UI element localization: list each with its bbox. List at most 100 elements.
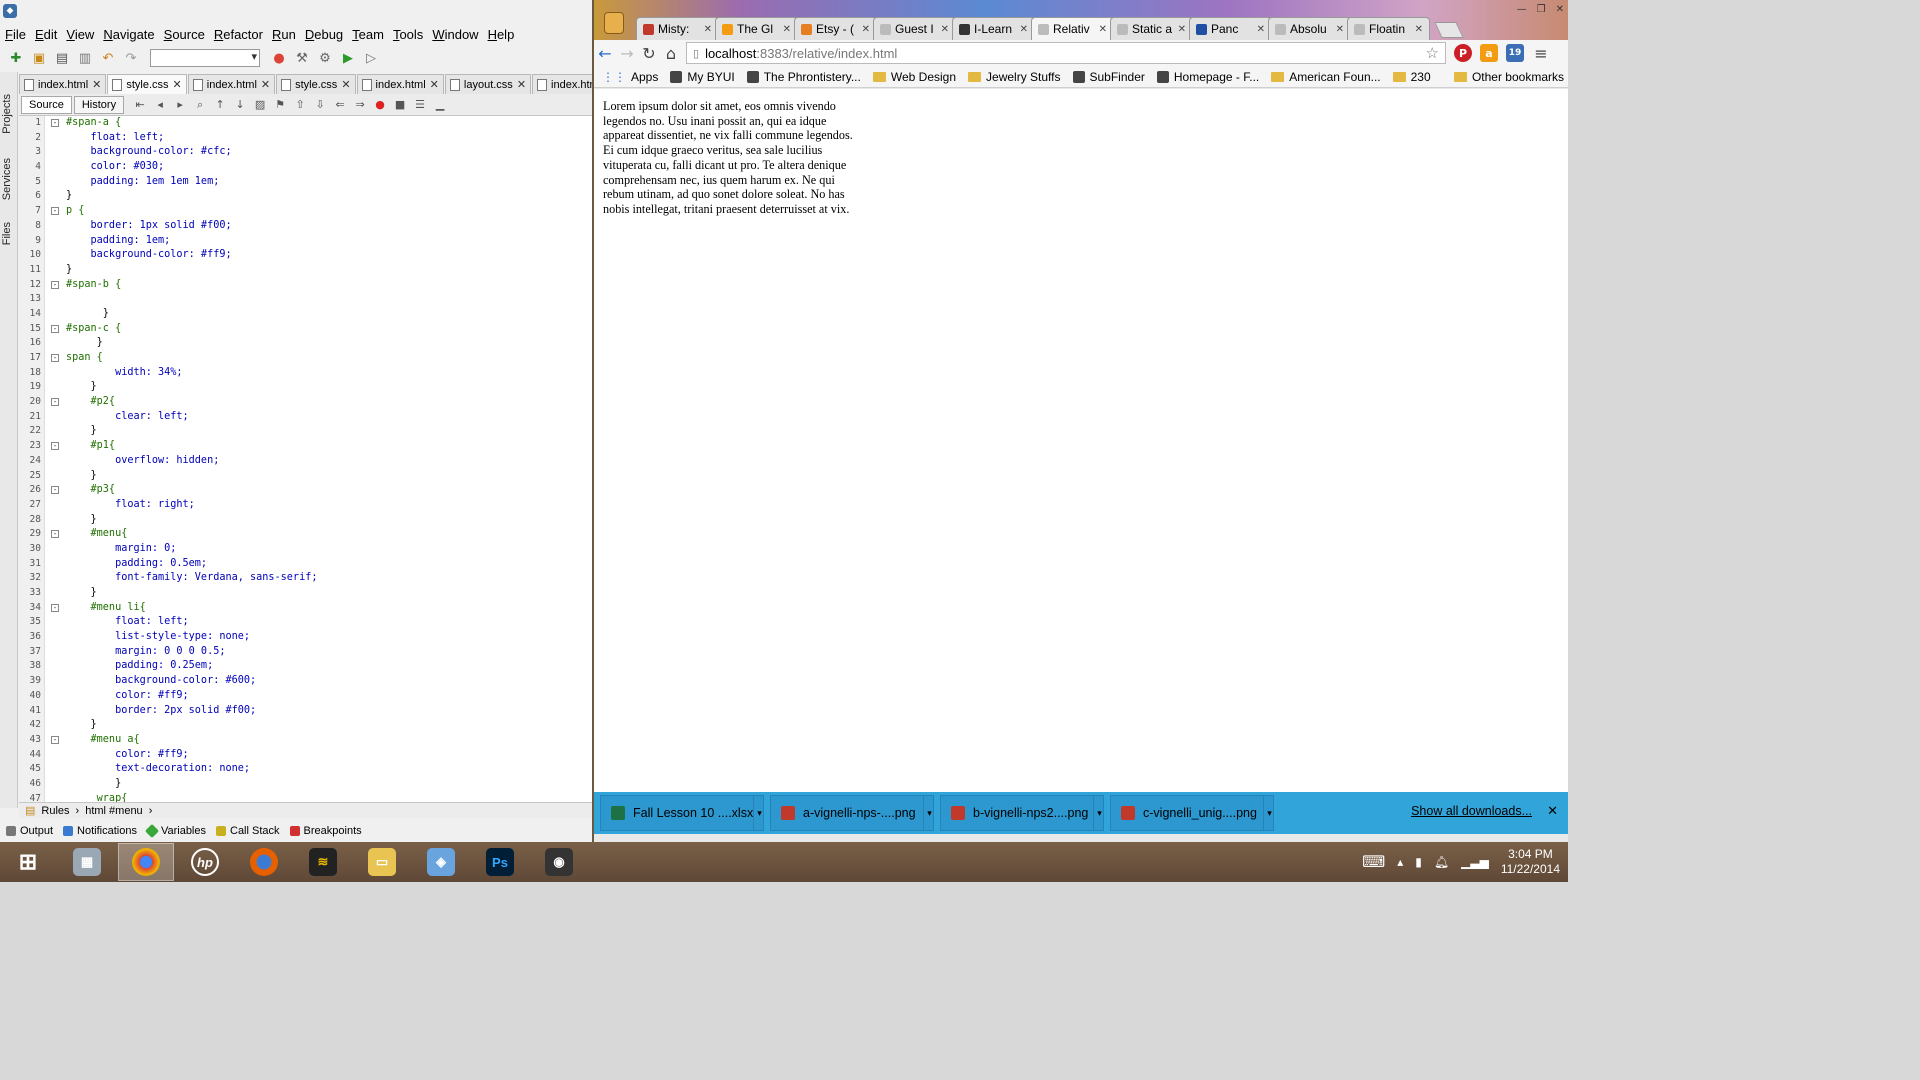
record-macro-icon[interactable]: ● [372,97,388,113]
bookmark-item[interactable]: American Foun... [1271,70,1381,84]
redo-icon[interactable]: ↷ [121,48,141,68]
configuration-select[interactable] [150,49,260,67]
tray-expand-icon[interactable]: ▴ [1397,855,1403,869]
keyboard-icon[interactable]: ⌨ [1362,852,1385,872]
code-editor[interactable]: 1- #span-a {2 float: left; 3 background-co… [19,116,592,802]
photoshop-icon[interactable]: Ps [472,843,528,881]
close-tab-icon[interactable]: ✕ [261,78,270,91]
find-previous-icon[interactable]: ↑ [212,97,228,113]
bookmark-item[interactable]: Homepage - F... [1156,70,1259,84]
menu-team[interactable]: Team [349,27,387,42]
show-all-downloads-link[interactable]: Show all downloads... [1411,804,1532,818]
undo-icon[interactable]: ↶ [98,48,118,68]
close-tab-icon[interactable]: ✕ [1257,24,1265,35]
close-tab-icon[interactable]: ✕ [173,78,182,91]
start-button[interactable]: ⊞ [0,843,56,881]
editor-tab[interactable]: layout.css ✕ [444,74,532,94]
menu-run[interactable]: Run [269,27,299,42]
previous-bookmark-icon[interactable]: ⇧ [292,97,308,113]
breakpoints-tab[interactable]: Breakpoints [289,825,362,837]
fold-toggle-icon[interactable]: - [51,530,59,539]
breadcrumb-menu[interactable]: html #menu [85,805,142,817]
variables-tab[interactable]: Variables [144,823,206,839]
fold-toggle-icon[interactable]: - [51,354,59,362]
toggle-highlight-icon[interactable]: ▨ [252,97,268,113]
download-menu-caret-icon[interactable]: ▾ [753,796,765,830]
virtualbox-icon[interactable]: ◈ [413,843,469,881]
close-tab-icon[interactable]: ✕ [862,24,870,35]
hp-icon[interactable]: hp [177,843,233,881]
uncomment-icon[interactable]: ▁ [432,97,448,113]
reload-icon[interactable]: ↻ [638,42,660,64]
editor-tab[interactable]: index.html✕ [19,74,107,94]
close-tab-icon[interactable]: ✕ [1178,24,1186,35]
output-tab[interactable]: Output [6,825,53,837]
bookmark-item[interactable]: My BYUI [670,70,735,84]
debug-icon[interactable]: ▷ [361,48,381,68]
browser-tab[interactable]: Guest I ✕ [873,17,956,40]
close-tab-icon[interactable]: ✕ [941,24,949,35]
browser-tab[interactable]: Relativ ✕ [1031,17,1114,40]
fold-toggle-icon[interactable]: - [51,398,59,407]
menu-edit[interactable]: Edit [32,27,60,42]
forward-arrow-icon[interactable]: → [616,42,638,64]
fold-toggle-icon[interactable]: - [51,119,59,127]
browser-tab[interactable]: Misty: ✕ [636,17,719,40]
breadcrumb-rules[interactable]: Rules [41,805,69,817]
back-icon[interactable]: ◂ [152,97,168,113]
fold-toggle-icon[interactable]: - [51,324,59,333]
last-edit-icon[interactable]: ⇤ [132,97,148,113]
menu-file[interactable]: File [2,27,29,42]
home-icon[interactable]: ⌂ [660,42,682,64]
menu-help[interactable]: Help [485,27,518,42]
close-tab-icon[interactable]: ✕ [341,78,350,91]
menu-window[interactable]: Window [429,27,481,42]
comment-icon[interactable]: ☰ [412,97,428,113]
find-next-icon[interactable]: ↓ [232,97,248,113]
browser-tab[interactable]: The Gl ✕ [715,17,798,40]
history-tab[interactable]: History [73,95,125,114]
forward-icon[interactable]: ▸ [172,97,188,113]
download-menu-caret-icon[interactable]: ▾ [1263,796,1275,830]
call-stack-tab[interactable]: Call Stack [216,825,280,837]
bookmark-item[interactable]: Jewelry Stuffs [968,70,1061,84]
menu-navigate[interactable]: Navigate [100,27,157,42]
browser-tab[interactable]: Static a ✕ [1110,17,1193,40]
download-item[interactable]: a-vignelli-nps-....png ▾ [770,795,934,831]
menu-source[interactable]: Source [161,27,208,42]
back-arrow-icon[interactable]: ← [594,42,616,64]
browser-tab[interactable]: Etsy - (✕ [794,17,877,40]
pinterest-extension-icon[interactable]: P [1454,44,1472,62]
clock[interactable]: 3:04 PM 11/22/2014 [1501,847,1560,877]
stop-macro-icon[interactable]: ■ [392,97,408,113]
chrome-browser-icon[interactable]: ● [269,48,289,68]
close-tab-icon[interactable]: ✕ [430,78,439,91]
close-tab-icon[interactable]: ✕ [1099,24,1107,35]
editor-tab[interactable]: style.css ✕ [276,74,356,94]
file-explorer-icon[interactable]: ▭ [354,843,410,881]
download-item[interactable]: c-vignelli_unig....png ▾ [1110,795,1274,831]
source-tab[interactable]: Source [21,95,72,114]
files-panel-tab[interactable]: Files [1,222,13,245]
run-icon[interactable]: ▶ [338,48,358,68]
close-icon[interactable]: ✕ [1556,4,1564,15]
notification-bell-icon[interactable]: 🔔︎ [1434,855,1449,869]
menu-tools[interactable]: Tools [390,27,426,42]
fold-toggle-icon[interactable]: - [51,735,59,744]
shift-right-icon[interactable]: ⇒ [352,97,368,113]
browser-tab[interactable]: Floatin ✕ [1347,17,1430,40]
new-tab-button[interactable] [1434,22,1464,38]
chrome-menu-icon[interactable]: ≡ [1530,42,1552,64]
editor-tab[interactable]: index.html✕ [356,74,444,94]
shift-left-icon[interactable]: ⇐ [332,97,348,113]
profile-avatar[interactable] [604,12,624,34]
close-tab-icon[interactable]: ✕ [1020,24,1028,35]
other-bookmarks[interactable]: Other bookmarks [1453,66,1564,87]
menu-refactor[interactable]: Refactor [211,27,266,42]
browser-tab[interactable]: Panc ✕ [1189,17,1272,40]
fold-toggle-icon[interactable]: - [51,207,59,216]
clean-build-icon[interactable]: ⚙ [315,48,335,68]
menu-view[interactable]: View [63,27,97,42]
battery-icon[interactable]: ▮ [1415,855,1422,869]
minimize-icon[interactable]: — [1517,4,1527,15]
